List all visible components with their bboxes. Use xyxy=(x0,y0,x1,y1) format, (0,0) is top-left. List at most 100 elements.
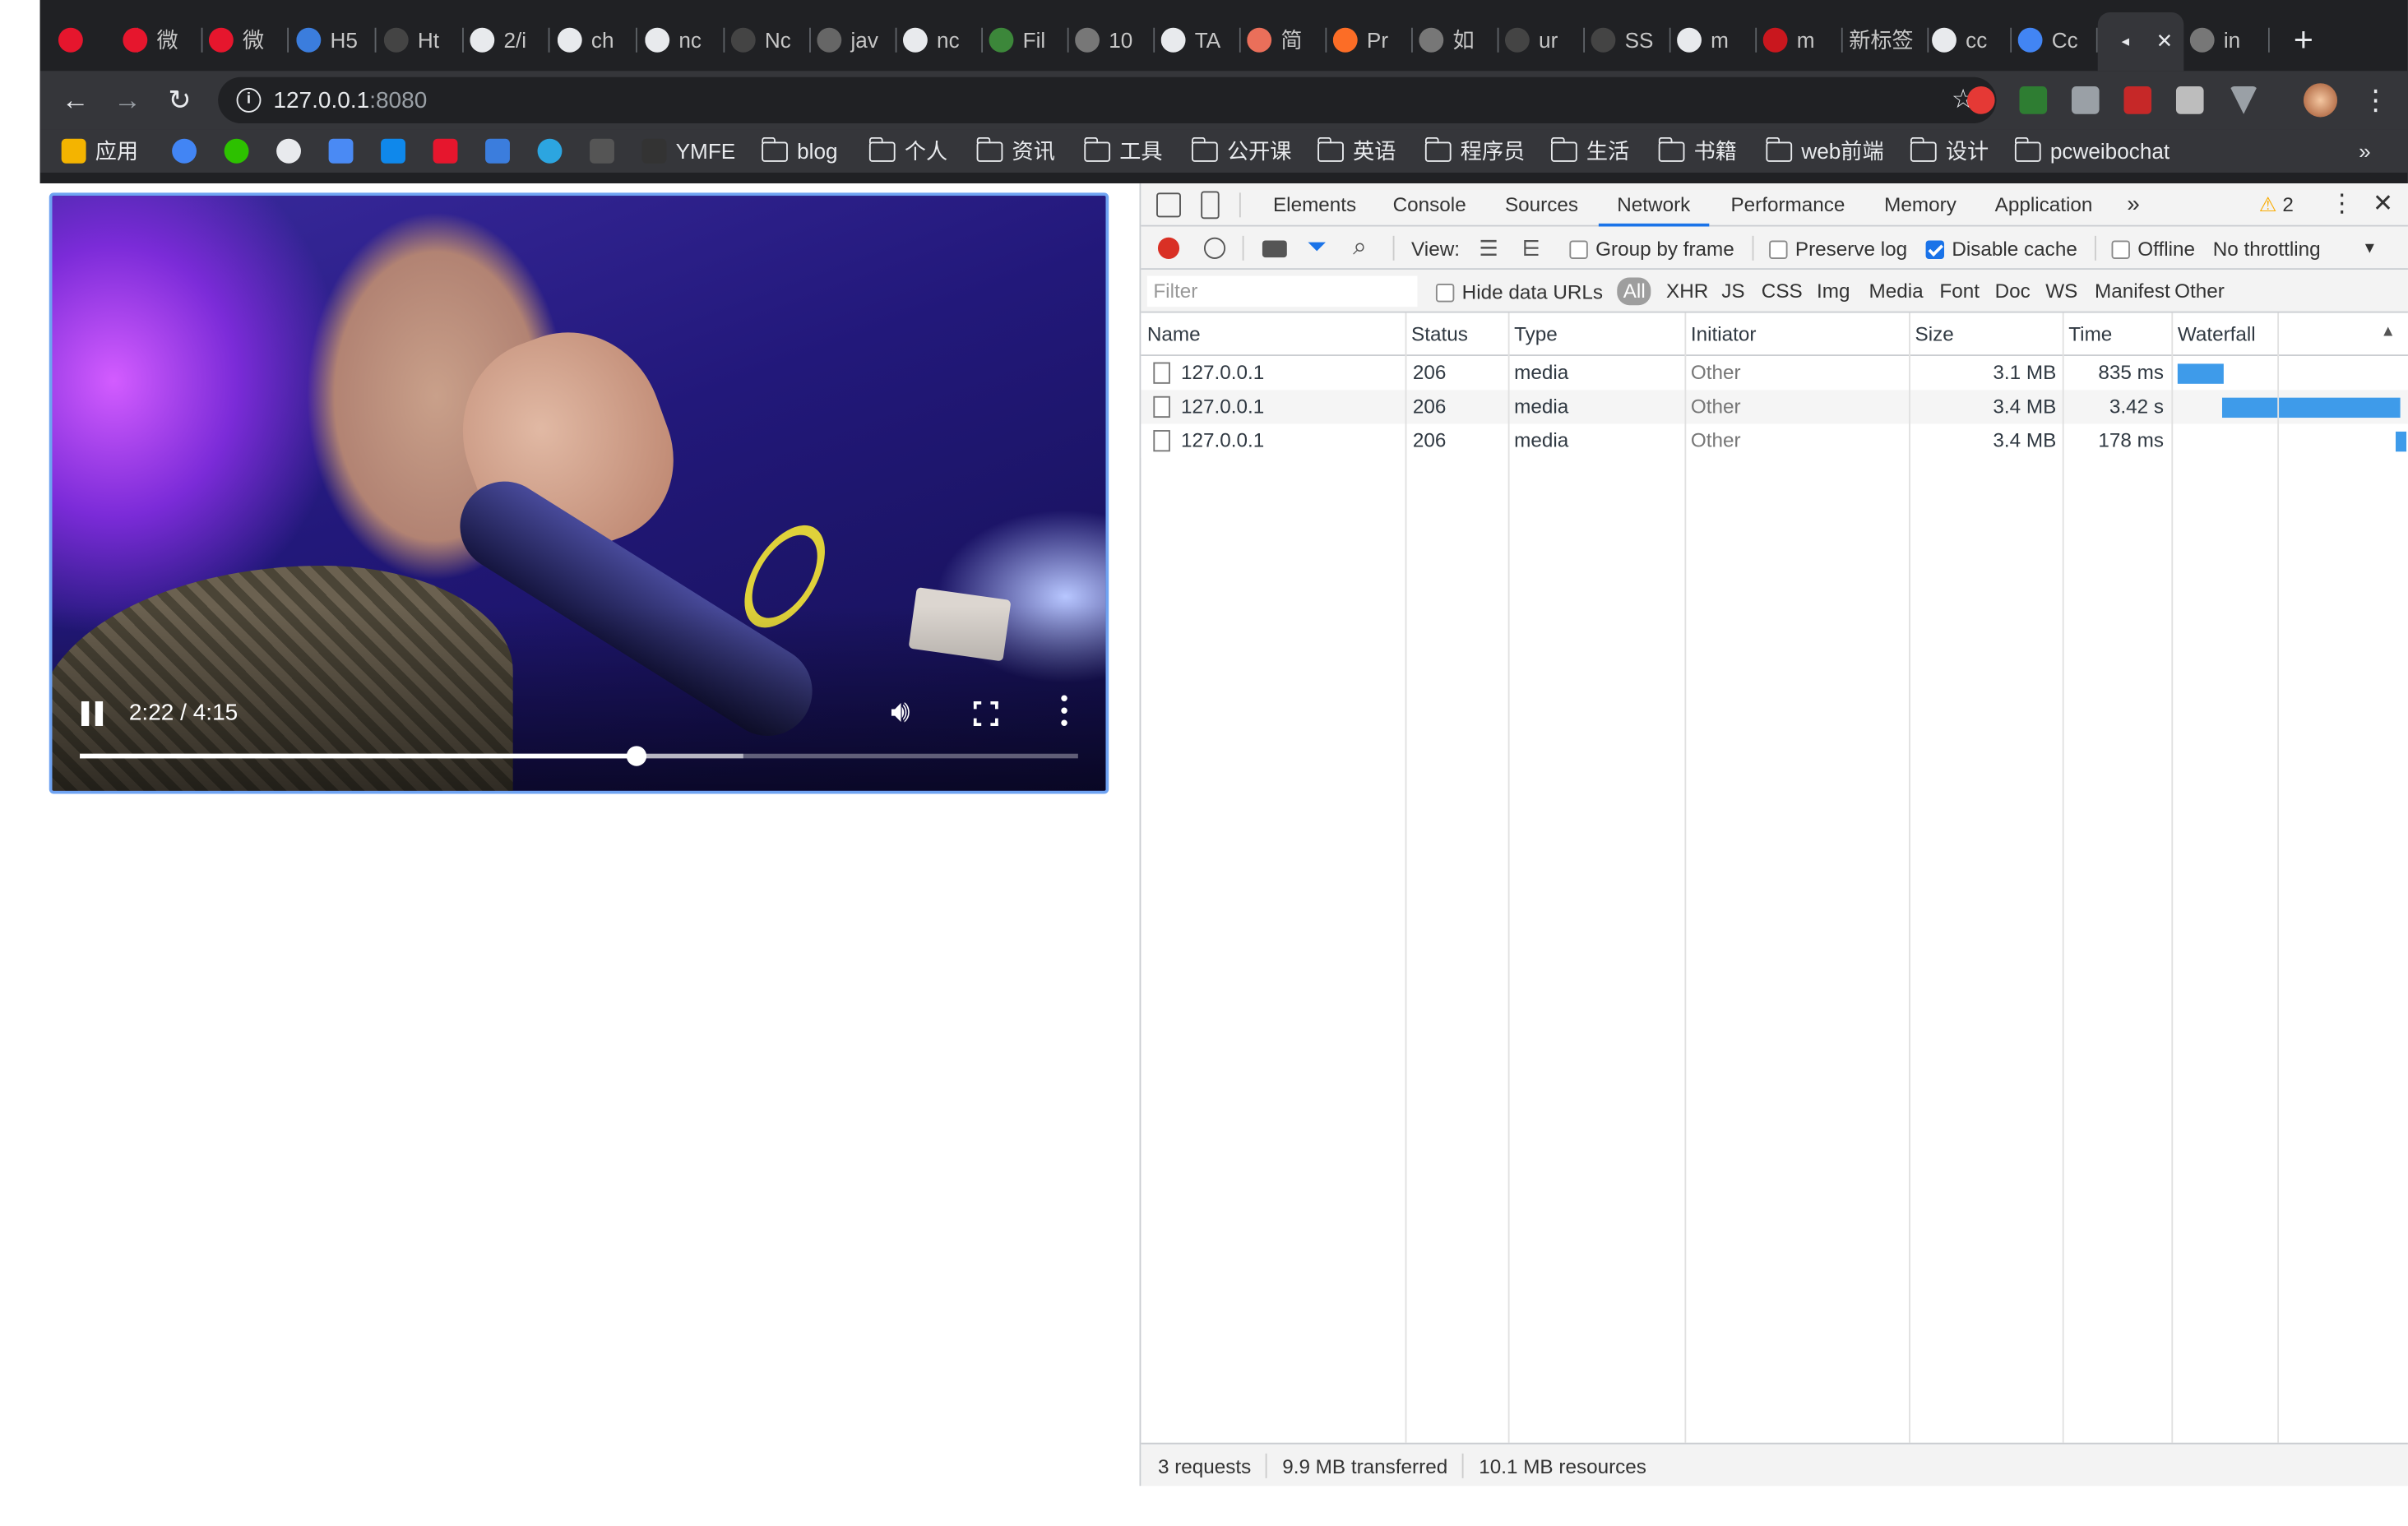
bookmark-item[interactable]: 英语 xyxy=(1317,136,1396,165)
filter-type-all[interactable]: All xyxy=(1617,277,1652,306)
screenshot-capture-icon[interactable] xyxy=(1262,240,1287,258)
warnings-badge[interactable]: ⚠ 2 xyxy=(2259,183,2294,226)
preserve-log-checkbox[interactable] xyxy=(1769,239,1788,259)
back-button[interactable]: ← xyxy=(55,80,95,120)
profile-avatar[interactable] xyxy=(2303,83,2338,118)
list-view-icon[interactable]: ☰ xyxy=(1479,236,1498,262)
overview-view-icon[interactable]: ⋿ xyxy=(1521,236,1540,262)
tab-console[interactable]: Console xyxy=(1393,183,1466,226)
bookmark-item[interactable] xyxy=(485,137,510,165)
video-player[interactable]: 2:22 / 4:15 🔊︎ xyxy=(49,192,1109,794)
browser-tab[interactable]: TA xyxy=(1160,18,1241,61)
filter-type-js[interactable]: JS xyxy=(1721,279,1744,302)
disable-cache-checkbox[interactable] xyxy=(1925,239,1945,259)
bookmark-item[interactable] xyxy=(433,137,458,165)
tab-elements[interactable]: Elements xyxy=(1273,183,1356,226)
progress-knob[interactable] xyxy=(626,746,647,766)
reload-button[interactable]: ↻ xyxy=(160,80,200,120)
device-toolbar-icon[interactable] xyxy=(1201,191,1220,220)
group-by-frame-checkbox[interactable] xyxy=(1569,239,1588,259)
record-icon[interactable] xyxy=(1157,237,1180,259)
column-header-type[interactable]: Type xyxy=(1508,313,1685,356)
forward-button[interactable]: → xyxy=(108,80,148,120)
filter-type-font[interactable]: Font xyxy=(1939,279,1980,302)
devtools-menu-icon[interactable]: ⋮ xyxy=(2330,183,2355,226)
bookmark-item[interactable] xyxy=(172,137,197,165)
throttling-select[interactable]: No throttling ▼ xyxy=(2213,238,2378,261)
filter-icon[interactable]: ⏷ xyxy=(1307,234,1327,262)
bookmark-item[interactable]: 工具 xyxy=(1083,136,1163,165)
camera-extension-icon[interactable] xyxy=(2071,86,2100,114)
tab-memory[interactable]: Memory xyxy=(1884,183,1956,226)
more-tabs-button[interactable]: » xyxy=(2127,183,2140,226)
disable-cache-toggle[interactable]: Disable cache xyxy=(1925,238,2077,261)
bookmark-item[interactable]: YMFE xyxy=(641,137,735,165)
browser-tab[interactable]: Fil xyxy=(989,18,1069,61)
bookmark-item[interactable] xyxy=(224,137,249,165)
tab-network[interactable]: Network xyxy=(1598,183,1709,227)
inspect-element-icon[interactable] xyxy=(1156,192,1181,218)
browser-tab[interactable]: 简 xyxy=(1247,18,1327,61)
progress-bar[interactable] xyxy=(80,746,1078,766)
browser-tab[interactable]: Pr xyxy=(1332,18,1413,61)
browser-tab[interactable]: in xyxy=(2189,18,2270,61)
bookmark-item[interactable]: 书籍 xyxy=(1657,136,1737,165)
vue-devtools-icon[interactable] xyxy=(2230,86,2258,114)
column-header-initiator[interactable]: Initiator xyxy=(1684,313,1909,356)
browser-tab[interactable]: Ht xyxy=(383,18,464,61)
browser-tab[interactable]: Nc xyxy=(730,18,811,61)
browser-tab[interactable]: ch xyxy=(557,18,637,61)
bookmark-item[interactable]: 公开课 xyxy=(1191,136,1291,165)
browser-menu-icon[interactable]: ⋮ xyxy=(2355,80,2396,120)
column-header-size[interactable]: Size xyxy=(1909,313,2063,356)
browser-tab[interactable]: ◂ ✕ xyxy=(2097,12,2184,72)
address-bar[interactable]: i 127.0.0.1:8080 ☆ xyxy=(218,76,1997,123)
search-icon[interactable]: ⌕ xyxy=(1353,234,1367,262)
browser-tab[interactable]: 如 xyxy=(1419,18,1499,61)
bookmark-item[interactable]: 生活 xyxy=(1550,136,1629,165)
tab-performance[interactable]: Performance xyxy=(1730,183,1845,226)
bookmark-item[interactable]: 资讯 xyxy=(975,136,1055,165)
table-row[interactable]: 127.0.0.1 206 media Other 3.4 MB 3.42 s xyxy=(1141,390,2408,424)
new-tab-button[interactable]: + xyxy=(2285,21,2322,58)
more-options-icon[interactable] xyxy=(1059,695,1068,726)
tab-application[interactable]: Application xyxy=(1995,183,2093,226)
table-row[interactable]: 127.0.0.1 206 media Other 3.4 MB 178 ms xyxy=(1141,423,2408,458)
bookmark-item[interactable]: blog xyxy=(761,136,838,165)
browser-tab[interactable]: ur xyxy=(1504,18,1586,61)
filter-type-media[interactable]: Media xyxy=(1869,279,1924,302)
volume-icon[interactable]: 🔊︎ xyxy=(891,695,910,730)
book-extension-icon[interactable] xyxy=(2123,86,2152,114)
pause-icon[interactable] xyxy=(80,701,104,726)
bookmark-item[interactable] xyxy=(381,137,405,165)
browser-tab[interactable]: SS xyxy=(1591,18,1671,61)
browser-tab[interactable]: m xyxy=(1677,18,1757,61)
sort-ascending-icon[interactable]: ▲ xyxy=(2380,324,2395,341)
hide-data-urls-toggle[interactable]: Hide data URLs xyxy=(1435,280,1603,303)
table-row[interactable]: 127.0.0.1 206 media Other 3.1 MB 835 ms xyxy=(1141,356,2408,391)
offline-toggle[interactable]: Offline xyxy=(2111,238,2195,261)
filter-type-doc[interactable]: Doc xyxy=(1995,279,2031,302)
filter-type-img[interactable]: Img xyxy=(1817,279,1850,302)
bookmark-item[interactable]: 设计 xyxy=(1909,136,1989,165)
close-tab-icon[interactable]: ✕ xyxy=(2156,30,2173,54)
group-by-frame-toggle[interactable]: Group by frame xyxy=(1569,238,1734,261)
filter-type-manifest[interactable]: Manifest xyxy=(2095,279,2170,302)
filter-type-xhr[interactable]: XHR xyxy=(1666,279,1708,302)
bookmark-item[interactable] xyxy=(276,137,301,165)
column-header-status[interactable]: Status xyxy=(1405,313,1508,356)
bookmark-item[interactable]: 程序员 xyxy=(1424,136,1525,165)
filter-type-ws[interactable]: WS xyxy=(2045,279,2077,302)
browser-tab[interactable]: Cc xyxy=(2017,18,2098,61)
bookmark-item[interactable] xyxy=(590,137,614,165)
bookmark-item[interactable]: web前端 xyxy=(1765,136,1884,165)
offline-checkbox[interactable] xyxy=(2111,239,2130,259)
browser-tab[interactable]: 2/i xyxy=(470,18,550,61)
bookmark-item[interactable]: 个人 xyxy=(868,136,947,165)
browser-tab[interactable]: 微 xyxy=(123,18,203,61)
browser-tab[interactable]: nc xyxy=(645,18,725,61)
browser-tab[interactable]: cc xyxy=(1932,18,2012,61)
browser-tab[interactable]: 10 xyxy=(1075,18,1155,61)
tab-sources[interactable]: Sources xyxy=(1505,183,1578,226)
bookmarks-overflow-button[interactable]: » xyxy=(2359,137,2371,165)
